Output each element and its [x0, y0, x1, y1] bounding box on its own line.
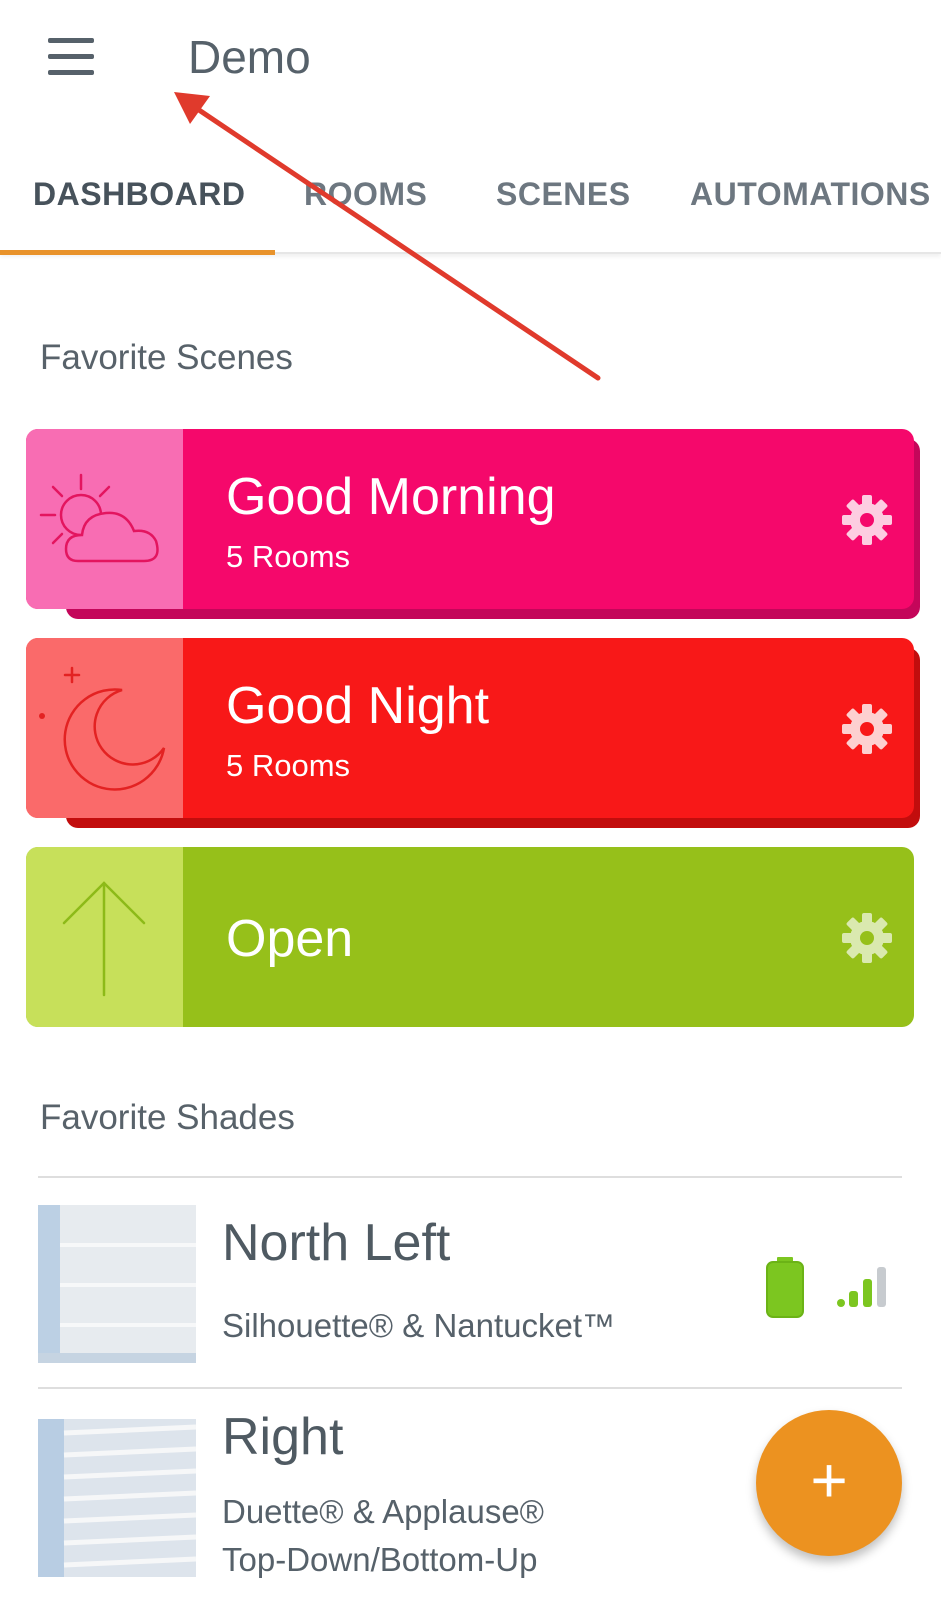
scene-card-body: Good Morning 5 Rooms: [26, 429, 914, 609]
shade-description: Silhouette® & Nantucket™: [222, 1307, 616, 1344]
scene-card-body: Open: [26, 847, 914, 1027]
tab-automations[interactable]: AUTOMATIONS: [690, 176, 931, 213]
scene-card-open[interactable]: Open: [26, 847, 914, 1027]
scene-card-good-morning[interactable]: Good Morning 5 Rooms: [26, 429, 920, 619]
shade-thumbnail: [38, 1419, 196, 1577]
shade-description-line2: Top-Down/Bottom-Up: [222, 1541, 538, 1578]
active-tab-indicator: [0, 250, 275, 255]
favorite-shades-heading: Favorite Shades: [40, 1098, 295, 1137]
tab-rooms[interactable]: ROOMS: [304, 176, 427, 213]
shade-name: North Left: [222, 1214, 451, 1272]
scene-name: Good Morning: [226, 468, 556, 526]
gear-icon[interactable]: [840, 911, 894, 965]
app-bar: Demo: [0, 0, 941, 125]
add-button[interactable]: +: [756, 1410, 902, 1556]
plus-icon: +: [810, 1444, 848, 1516]
favorite-scenes-heading: Favorite Scenes: [40, 338, 293, 377]
gear-icon[interactable]: [840, 493, 894, 547]
hamburger-menu-icon[interactable]: [46, 36, 98, 80]
scene-room-count: 5 Rooms: [226, 539, 351, 574]
moon-icon: [26, 638, 183, 818]
shade-description: Duette® & Applause®: [222, 1493, 544, 1530]
arrow-up-icon: [26, 847, 183, 1027]
app-title: Demo: [188, 31, 311, 83]
battery-full-icon: [765, 1257, 805, 1319]
tab-bar: DASHBOARD ROOMS SCENES AUTOMATIONS: [0, 150, 941, 255]
tab-dashboard[interactable]: DASHBOARD: [33, 176, 246, 213]
shade-item-north-left[interactable]: North Left Silhouette® & Nantucket™: [0, 1177, 941, 1387]
scene-name: Good Night: [226, 677, 490, 735]
scene-room-count: 5 Rooms: [226, 748, 351, 783]
gear-icon[interactable]: [840, 702, 894, 756]
scene-name: Open: [226, 910, 354, 968]
tab-scenes[interactable]: SCENES: [496, 176, 631, 213]
shade-thumbnail: [38, 1205, 196, 1363]
sun-cloud-icon: [26, 429, 183, 609]
scene-card-good-night[interactable]: Good Night 5 Rooms: [26, 638, 920, 828]
shade-name: Right: [222, 1408, 344, 1466]
signal-strength-icon: [836, 1265, 890, 1309]
scene-card-body: Good Night 5 Rooms: [26, 638, 914, 818]
